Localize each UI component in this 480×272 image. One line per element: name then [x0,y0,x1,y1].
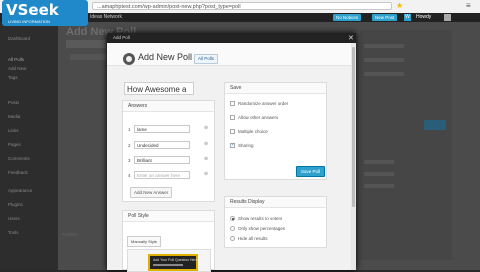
background-line [364,72,404,76]
preview-bar [153,264,183,266]
percentages-label: Only show percentages [238,226,286,231]
results-title: Results Display [230,199,265,205]
multiple-choice-checkbox[interactable] [230,129,235,134]
save-box-header: Save [225,83,326,94]
poll-style-select[interactable]: Manually Style [127,236,162,247]
delete-answer-icon[interactable]: ⊗ [204,125,208,131]
modal-bar-title: Add Poll [113,35,130,40]
add-new-answer-button[interactable]: Add New Answer [130,187,173,198]
delete-answer-icon[interactable]: ⊗ [204,171,208,177]
randomize-checkbox[interactable] [230,101,235,106]
sidebar-item-posts[interactable]: Posts [8,100,19,105]
hide-results-radio[interactable] [230,236,235,241]
howdy-user-link[interactable]: Howdy [416,14,431,20]
background-line [364,160,394,164]
new-post-button[interactable]: New Post [372,14,398,21]
background-field-secondary [70,54,106,60]
preview-text: Add Your Poll Question Here [153,258,198,262]
background-line [364,58,404,62]
answer-number: 4 [128,173,131,178]
browser-menu-icon[interactable]: ≡ [466,1,471,10]
background-line [364,184,394,188]
bookmark-star-icon[interactable]: ★ [396,1,403,10]
randomize-label: Randomize answer order [238,101,289,106]
background-line [364,172,394,176]
poll-question-input[interactable]: How Awesome a [124,82,194,95]
sidebar-item-links[interactable]: Links [8,128,19,133]
other-answers-checkbox[interactable] [230,115,235,120]
sidebar-item-tools[interactable]: Tools [8,230,19,235]
sidebar-item-add-new[interactable]: Add New [8,66,26,71]
sidebar-item-comments[interactable]: Comments [8,156,30,161]
delete-answer-icon[interactable]: ⊗ [204,141,208,147]
modal-title: Add New Poll [138,52,193,62]
sidebar-item-feedback[interactable]: Feedback [8,170,28,175]
sidebar-item-tags[interactable]: Tags [8,75,18,80]
poll-style-title: Poll Style [128,213,149,219]
hide-results-label: Hide all results [238,236,268,241]
wordpress-icon[interactable]: W [404,14,411,21]
background-side-panel [360,30,452,260]
other-answers-label: Allow other answers [238,115,279,120]
show-results-label: Show results to voters [238,216,283,221]
watermark-tagline: LIVING INFORMATION [8,19,50,24]
avatar[interactable] [444,14,451,21]
modal-scrollbar-thumb[interactable] [352,47,355,207]
sidebar-item-dashboard[interactable]: Dashboard [8,36,30,41]
watermark-logo: VSeek [6,1,59,19]
results-box-header: Results Display [225,197,326,208]
save-box-title: Save [230,85,242,91]
sidebar-item-appearance[interactable]: Appearance [8,188,32,193]
background-line [364,44,404,48]
answers-title: Answers [128,103,148,109]
all-polls-button[interactable]: All Polls [194,54,219,64]
answers-box-header: Answers [123,101,214,112]
answer-input-4[interactable]: Enter an answer here [134,171,190,179]
save-poll-button[interactable]: Save Poll [296,166,326,177]
show-results-radio[interactable] [230,216,235,221]
poll-style-header: Poll Style [123,211,214,222]
background-publish-button [424,120,446,130]
sharing-checkbox[interactable] [230,142,235,148]
site-name-link[interactable]: Ideas Network [90,14,122,20]
multiple-choice-label: Multiple choice [238,129,268,134]
address-bar[interactable]: ...amaphptest.com/wp-admin/post-new.php?… [92,2,392,10]
percentages-radio[interactable] [230,226,235,231]
answer-input-2[interactable]: Undecided [134,141,190,149]
answer-number: 2 [128,143,131,148]
answer-input-3[interactable]: Brilliant [134,156,190,164]
answer-number: 3 [128,158,131,163]
poll-icon [123,53,135,65]
answer-input-1[interactable]: lame [134,125,190,133]
sidebar-item-plugins[interactable]: Plugins [8,202,23,207]
video-watermark: VSeek LIVING INFORMATION [2,0,88,26]
modal-titlebar: Add Poll ✕ [107,33,356,43]
close-icon[interactable]: ✕ [348,34,354,42]
delete-answer-icon[interactable]: ⊗ [204,156,208,162]
sidebar-item-all-polls[interactable]: All Polls [8,57,24,62]
answer-number: 1 [128,127,131,132]
background-label: Publish [62,232,77,237]
sidebar-item-pages[interactable]: Pages [8,142,21,147]
background-field [66,40,106,48]
sharing-label: Sharing [238,143,254,148]
poll-style-preview: Add Your Poll Question Here [148,254,198,271]
sidebar-item-users[interactable]: Users [8,216,20,221]
notices-button[interactable]: No Notices [333,14,362,21]
sidebar-item-media[interactable]: Media [8,114,20,119]
